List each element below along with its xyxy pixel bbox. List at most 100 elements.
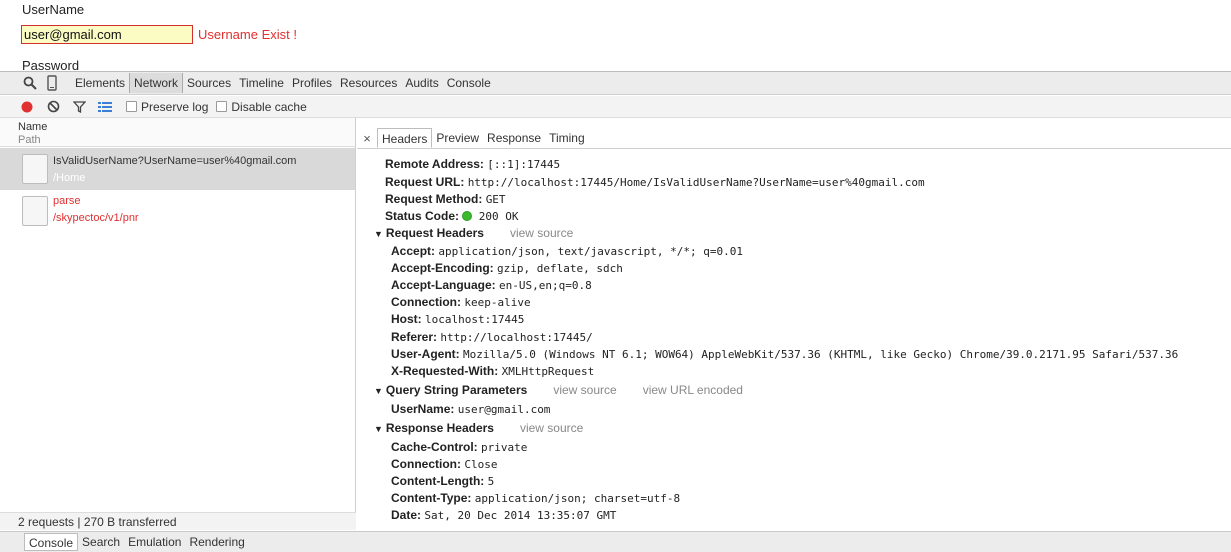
header-value: application/json; charset=utf-8 [474,492,681,505]
tab-headers[interactable]: Headers [377,128,433,148]
document-icon [22,154,48,184]
header-row: Request Method: GET [385,192,506,206]
header-key: Cache-Control: [391,440,478,454]
tab-elements[interactable]: Elements [71,73,129,93]
header-key: X-Requested-With: [391,363,499,378]
header-value: localhost:17445 [425,313,525,327]
drawer-tab-search[interactable]: Search [78,533,124,551]
username-error-message: Username Exist ! [198,27,297,42]
column-path: Path [18,134,41,146]
header-key: Request URL: [385,175,465,189]
network-status-bar: 2 requests | 270 B transferred [0,512,356,530]
search-icon[interactable] [19,72,41,94]
header-value: XMLHttpRequest [501,364,595,378]
tab-profiles[interactable]: Profiles [288,73,336,93]
drawer-tab-emulation[interactable]: Emulation [124,533,185,551]
request-name: parse [53,195,81,207]
header-row: User-Agent: Mozilla/5.0 (Windows NT 6.1;… [391,347,1178,361]
drawer-tab-console[interactable]: Console [24,533,79,551]
header-value: Sat, 20 Dec 2014 13:35:07 GMT [424,509,617,522]
header-value: keep-alive [464,296,531,310]
request-row[interactable]: parse /skypectoc/v1/pnr [0,190,355,232]
devtools-tabs: Elements Network Sources Timeline Profiles Re… [71,72,495,94]
disable-cache-label: Disable cache [231,99,307,114]
triangle-down-icon: ▼ [374,229,383,239]
header-row: X-Requested-With: XMLHttpRequest [391,364,594,378]
checkbox-box[interactable] [126,101,137,112]
tab-console[interactable]: Console [443,73,495,93]
header-value: 5 [487,475,495,488]
view-source-link[interactable]: view source [520,421,583,435]
checkbox-box[interactable] [216,101,228,112]
close-icon[interactable]: × [357,131,377,146]
header-key: Content-Length: [391,474,485,488]
section-title: Response Headers [385,421,494,435]
query-params-section[interactable]: ▼ Query String Parameters view source view … [374,383,743,397]
header-key: Date: [391,508,422,522]
header-value: GET [485,193,506,206]
tab-network[interactable]: Network [129,73,184,93]
tab-preview[interactable]: Preview [432,128,483,148]
header-key: Remote Address: [385,157,484,171]
header-value: Close [464,458,498,471]
header-value: Mozilla/5.0 (Windows NT 6.1; WOW64) Appl… [463,347,1179,361]
header-row: Connection: Close [391,457,497,471]
tab-response[interactable]: Response [483,128,545,148]
header-row: Accept: application/json, text/javascrip… [391,244,743,258]
header-key: Connection: [391,457,461,471]
header-row: Accept-Language: en-US,en;q=0.8 [391,278,592,292]
header-value: user@gmail.com [457,403,551,416]
header-row: Status Code: 200 OK [385,209,518,223]
header-key: Connection: [391,295,461,310]
request-path: /skypectoc/v1/pnr [53,212,139,224]
drawer-tabs: Console Search Emulation Rendering [0,531,1231,552]
username-label: UserName [22,2,85,17]
header-key: Accept: [391,244,436,258]
section-title: Request Headers [385,226,484,240]
header-value: [::1]:17445 [487,158,561,171]
request-list-header[interactable]: Name Path [0,118,355,147]
header-row: Request URL: http://localhost:17445/Home… [385,175,925,189]
request-headers-section[interactable]: ▼ Request Headers view source [374,226,573,240]
header-key: Accept-Encoding: [391,261,494,276]
header-row: UserName: user@gmail.com [391,402,550,416]
tab-timing[interactable]: Timing [545,128,589,148]
view-source-link[interactable]: view source [510,226,573,240]
header-key: Request Method: [385,192,483,206]
network-controls: Preserve log Disable cache [0,96,1231,118]
preserve-log-checkbox[interactable]: Preserve log [126,100,208,114]
drawer-tab-rendering[interactable]: Rendering [185,533,248,551]
header-row: Content-Length: 5 [391,474,494,488]
view-source-link[interactable]: view source [553,383,616,397]
tab-sources[interactable]: Sources [183,73,235,93]
filter-icon[interactable] [66,97,92,117]
clear-icon[interactable] [40,97,66,117]
large-rows-icon[interactable] [92,97,118,117]
header-value: gzip, deflate, sdch [497,262,623,276]
response-headers-section[interactable]: ▼ Response Headers view source [374,421,583,435]
request-row[interactable]: IsValidUserName?UserName=user%40gmail.co… [0,148,355,190]
tab-timeline[interactable]: Timeline [235,73,288,93]
header-key: Referer: [391,329,438,344]
record-icon[interactable] [14,97,40,117]
devtools-toolbar: Elements Network Sources Timeline Profiles Re… [0,71,1231,95]
device-mode-icon[interactable] [41,72,63,94]
header-key: Status Code: [385,209,460,223]
header-row: Accept-Encoding: gzip, deflate, sdch [391,261,623,275]
header-value: 200 OK [478,210,519,223]
header-key: User-Agent: [391,346,460,361]
divider [357,148,1231,149]
header-value: private [481,441,528,454]
header-value: http://localhost:17445/ [440,330,593,344]
view-url-encoded-link[interactable]: view URL encoded [643,383,743,397]
username-input[interactable] [21,25,193,44]
header-value: application/json, text/javascript, */*; … [438,245,743,258]
tab-resources[interactable]: Resources [336,73,401,93]
disable-cache-checkbox[interactable]: Disable cache [216,99,307,114]
header-value: en-US,en;q=0.8 [499,279,592,293]
header-value: http://localhost:17445/Home/IsValidUserN… [467,176,925,189]
request-name: IsValidUserName?UserName=user%40gmail.co… [53,155,297,167]
tab-audits[interactable]: Audits [401,73,442,93]
request-detail-panel: × Headers Preview Response Timing Remote… [357,118,1231,530]
triangle-down-icon: ▼ [374,386,383,396]
